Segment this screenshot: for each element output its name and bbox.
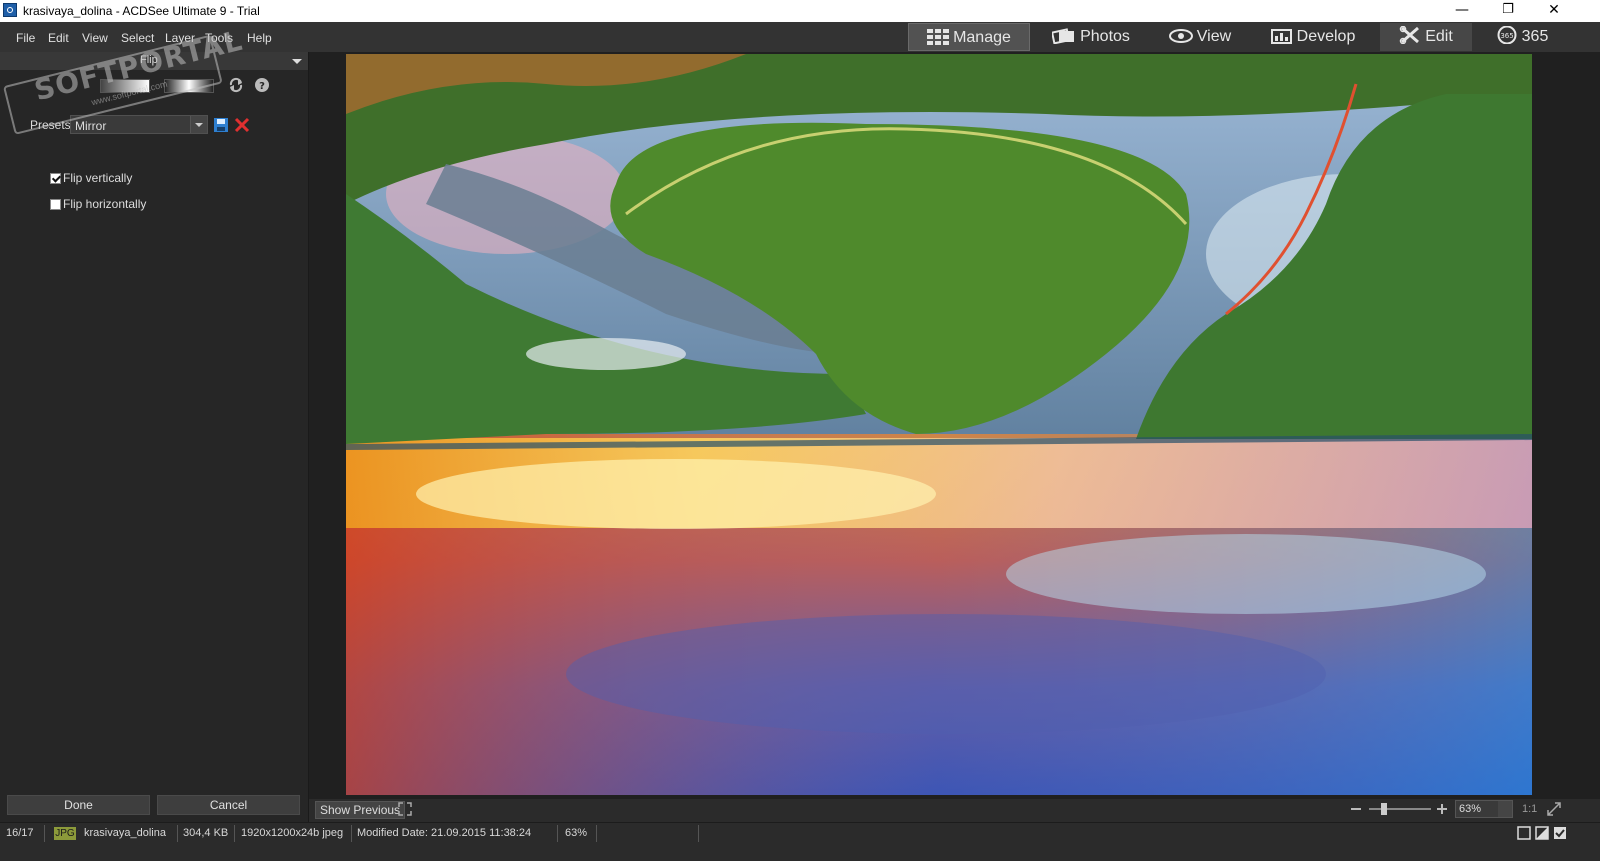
menu-bar: File Edit View Select Layer Tools Help M… <box>0 22 1600 52</box>
panel-title: Flip <box>140 54 158 66</box>
eye-icon <box>1168 29 1193 43</box>
mode-tab-edit[interactable]: Edit <box>1380 23 1472 51</box>
status-filesize: 304,4 KB <box>183 827 229 839</box>
delete-preset-icon[interactable] <box>234 117 250 133</box>
zoom-value: 63% <box>1459 803 1482 815</box>
gradient-swatch-right[interactable] <box>164 79 214 93</box>
mode-label-view: View <box>1196 28 1232 45</box>
presets-dropdown[interactable]: Mirror <box>70 115 208 134</box>
flip-vertically-option[interactable]: Flip vertically <box>50 171 132 185</box>
done-button[interactable]: Done <box>7 795 150 815</box>
menu-help[interactable]: Help <box>247 31 272 45</box>
actual-size-button[interactable]: 1:1 <box>1522 803 1537 815</box>
mode-tab-photos[interactable]: Photos <box>1036 23 1146 51</box>
flip-vertically-checkbox[interactable] <box>50 173 61 184</box>
status-bar: 16/17 JPG krasivaya_dolina 304,4 KB 1920… <box>0 822 1600 861</box>
status-divider <box>557 825 558 842</box>
viewer-toolbar: Show Previous 63% 1:1 <box>309 799 1600 821</box>
gradient-swatch-left[interactable] <box>100 79 150 93</box>
zoom-dropdown[interactable]: 63% <box>1455 800 1513 818</box>
view-mode-split-icon[interactable] <box>1535 826 1549 840</box>
chevron-down-icon[interactable] <box>1498 801 1512 817</box>
title-bar: krasivaya_dolina - ACDSee Ultimate 9 - T… <box>0 0 1600 22</box>
flip-horizontally-checkbox[interactable] <box>50 199 61 210</box>
status-zoom: 63% <box>565 827 588 839</box>
image-position: 16/17 <box>6 827 34 839</box>
mode-tab-manage[interactable]: Manage <box>908 23 1030 51</box>
tool-panel: Flip ? Presets Mirror Flip vertically Fl… <box>0 52 309 826</box>
status-divider <box>44 825 45 842</box>
edited-photo[interactable] <box>346 54 1532 795</box>
view-mode-normal-icon[interactable] <box>1517 826 1531 840</box>
status-dimensions: 1920x1200x24b jpeg <box>241 827 344 839</box>
chevron-down-icon[interactable] <box>292 59 302 64</box>
maximize-button[interactable]: ❐ <box>1485 0 1531 22</box>
presets-label: Presets <box>30 118 71 132</box>
panel-header[interactable]: Flip <box>0 52 308 70</box>
photos-icon <box>1051 28 1075 45</box>
fullscreen-icon[interactable] <box>398 802 412 816</box>
window-title: krasivaya_dolina - ACDSee Ultimate 9 - T… <box>23 4 260 18</box>
flip-horizontally-label: Flip horizontally <box>63 197 147 211</box>
mode-label-develop: Develop <box>1296 28 1356 45</box>
menu-layer[interactable]: Layer <box>165 31 195 45</box>
presets-value: Mirror <box>75 119 107 133</box>
reset-icon[interactable] <box>228 77 244 93</box>
menu-file[interactable]: File <box>16 31 35 45</box>
app-icon <box>3 3 17 17</box>
image-viewer[interactable] <box>309 52 1600 799</box>
menu-tools[interactable]: Tools <box>205 31 233 45</box>
flip-horizontally-option[interactable]: Flip horizontally <box>50 197 146 211</box>
mode-label-photos: Photos <box>1080 28 1130 45</box>
status-filename: krasivaya_dolina <box>84 827 166 839</box>
menu-view[interactable]: View <box>82 31 108 45</box>
flipped-landscape-image <box>346 54 1532 795</box>
status-divider <box>596 825 597 842</box>
view-mode-compare-icon[interactable] <box>1553 826 1567 840</box>
svg-text:?: ? <box>259 81 265 92</box>
zoom-slider[interactable] <box>1349 802 1449 816</box>
fit-screen-icon[interactable] <box>1547 802 1561 816</box>
mode-label-edit: Edit <box>1425 28 1453 45</box>
flip-vertically-label: Flip vertically <box>63 171 133 185</box>
cloud-365-icon: 365 <box>1497 25 1517 45</box>
mode-tab-view[interactable]: View <box>1152 23 1248 51</box>
mode-label-365: 365 <box>1521 28 1549 45</box>
status-divider <box>177 825 178 842</box>
status-divider <box>698 825 699 842</box>
status-divider <box>234 825 235 842</box>
menu-edit[interactable]: Edit <box>48 31 69 45</box>
develop-icon <box>1270 29 1292 44</box>
edit-icon <box>1399 25 1420 45</box>
close-button[interactable]: ✕ <box>1531 0 1577 22</box>
grid-icon <box>927 29 950 45</box>
menu-select[interactable]: Select <box>121 31 154 45</box>
mode-tab-365[interactable]: 365 365 <box>1480 23 1564 51</box>
minimize-button[interactable]: — <box>1439 0 1485 22</box>
format-badge: JPG <box>54 827 76 840</box>
status-modified-date: Modified Date: 21.09.2015 11:38:24 <box>357 827 532 839</box>
status-divider <box>351 825 352 842</box>
help-icon[interactable]: ? <box>254 77 270 93</box>
save-preset-icon[interactable] <box>213 117 229 133</box>
chevron-down-icon[interactable] <box>190 116 207 133</box>
cancel-button[interactable]: Cancel <box>157 795 300 815</box>
mode-tab-develop[interactable]: Develop <box>1256 23 1370 51</box>
mode-label-manage: Manage <box>953 29 1011 46</box>
svg-text:365: 365 <box>1500 32 1513 40</box>
show-previous-button[interactable]: Show Previous <box>315 801 406 819</box>
